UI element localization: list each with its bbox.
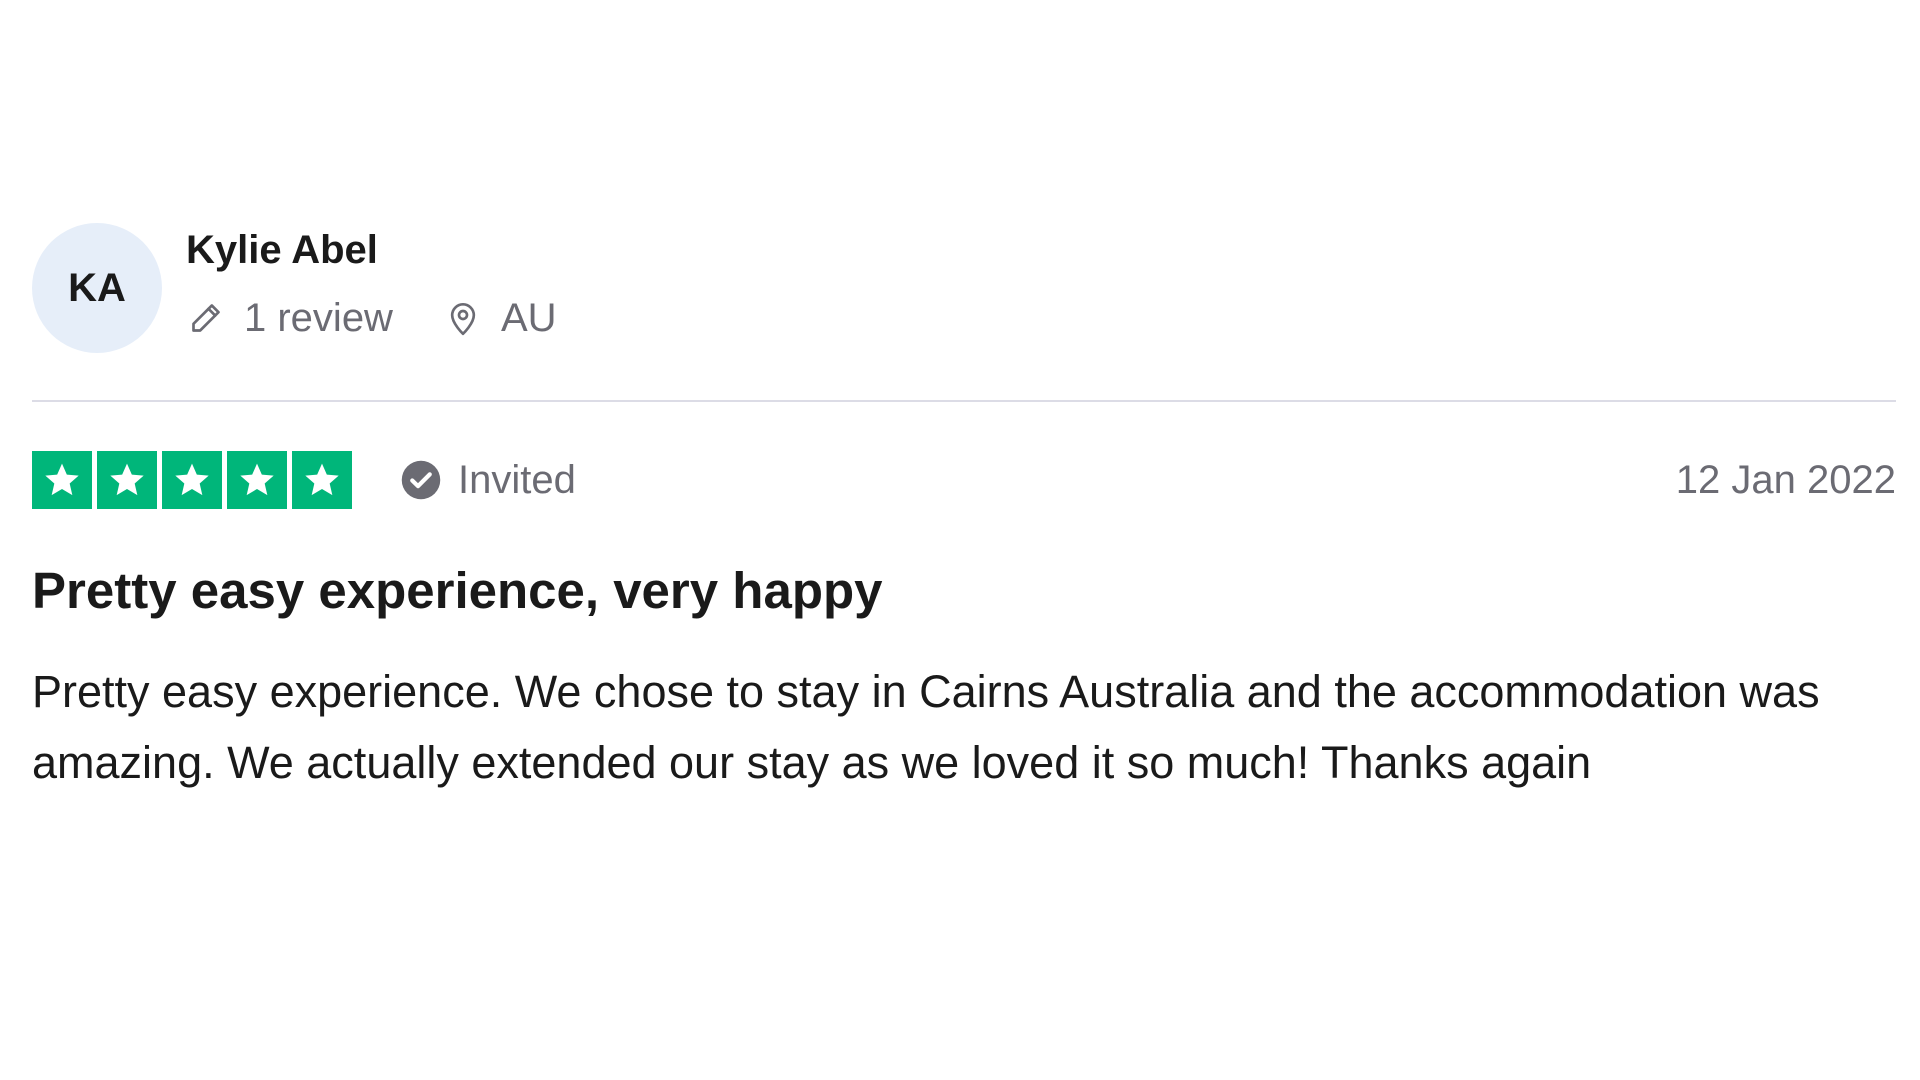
review-title[interactable]: Pretty easy experience, very happy <box>32 560 883 621</box>
consumer-info: Kylie Abel 1 review AU <box>186 223 557 353</box>
consumer-meta: 1 review AU <box>186 298 557 338</box>
review-count-label: 1 review <box>244 296 393 340</box>
review-date: 12 Jan 2022 <box>1675 457 1896 502</box>
star-icon <box>292 451 352 509</box>
status-label: Invited <box>458 457 576 502</box>
rating-row: Invited 12 Jan 2022 <box>32 451 1896 509</box>
star-rating <box>32 451 352 509</box>
review-count: 1 review <box>186 298 393 338</box>
check-circle-icon <box>400 459 442 501</box>
country-label: AU <box>500 296 557 340</box>
pencil-icon <box>186 298 226 338</box>
review-body: Pretty easy experience. We chose to stay… <box>32 666 1820 788</box>
avatar[interactable]: KA <box>32 223 162 353</box>
consumer-header: KA Kylie Abel 1 review AU <box>32 223 557 353</box>
invited-badge[interactable]: Invited <box>400 458 576 503</box>
consumer-location: AU <box>443 298 557 338</box>
consumer-name[interactable]: Kylie Abel <box>186 230 557 270</box>
star-icon <box>97 451 157 509</box>
divider <box>32 400 1896 402</box>
location-pin-icon <box>443 298 483 338</box>
review-card: KA Kylie Abel 1 review AU Invited 12 Jan… <box>32 0 1896 1080</box>
star-icon <box>32 451 92 509</box>
star-icon <box>162 451 222 509</box>
star-icon <box>227 451 287 509</box>
